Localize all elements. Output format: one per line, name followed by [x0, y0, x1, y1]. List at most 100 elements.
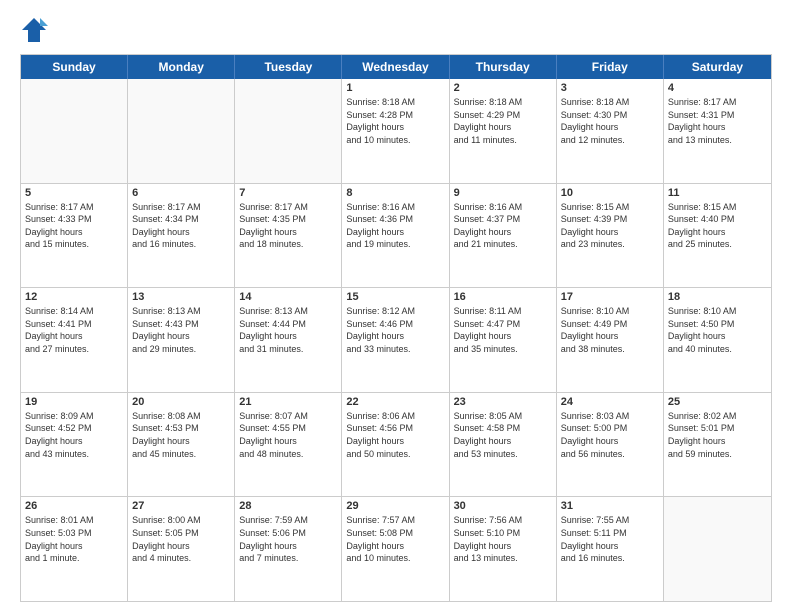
day-cell-21: 21 Sunrise: 8:07 AMSunset: 4:55 PMDayligh… — [235, 393, 342, 497]
day-info: Sunrise: 7:55 AMSunset: 5:11 PMDaylight … — [561, 514, 659, 564]
day-cell-20: 20Sunrise: 8:08 AMSunset: 4:53 PMDayligh… — [128, 393, 235, 497]
day-cell-24: 24 Sunrise: 8:03 AMSunset: 5:00 PMDayligh… — [557, 393, 664, 497]
day-cell-6: 6 Sunrise: 8:17 AMSunset: 4:34 PMDaylight… — [128, 184, 235, 288]
day-info: Sunrise: 8:16 AMSunset: 4:36 PMDaylight … — [346, 201, 444, 251]
day-header-friday: Friday — [557, 55, 664, 79]
day-cell-10: 10Sunrise: 8:15 AMSunset: 4:39 PMDayligh… — [557, 184, 664, 288]
day-info: Sunrise: 8:14 AMSunset: 4:41 PMDaylight … — [25, 305, 123, 355]
day-number: 10 — [561, 187, 659, 199]
day-cell-15: 15 Sunrise: 8:12 AMSunset: 4:46 PMDayligh… — [342, 288, 449, 392]
day-info: Sunrise: 8:16 AMSunset: 4:37 PMDaylight … — [454, 201, 552, 251]
day-cell-30: 30Sunrise: 7:56 AMSunset: 5:10 PMDayligh… — [450, 497, 557, 601]
day-cell-12: 12 Sunrise: 8:14 AMSunset: 4:41 PMDayligh… — [21, 288, 128, 392]
week-row-5: 26 Sunrise: 8:01 AMSunset: 5:03 PMDayligh… — [21, 497, 771, 601]
day-number: 4 — [668, 82, 767, 94]
day-cell-28: 28 Sunrise: 7:59 AMSunset: 5:06 PMDayligh… — [235, 497, 342, 601]
day-number: 25 — [668, 396, 767, 408]
day-info: Sunrise: 8:18 AMSunset: 4:30 PMDaylight … — [561, 96, 659, 146]
day-number: 5 — [25, 187, 123, 199]
day-cell-27: 27 Sunrise: 8:00 AMSunset: 5:05 PMDayligh… — [128, 497, 235, 601]
day-cell-11: 11 Sunrise: 8:15 AMSunset: 4:40 PMDayligh… — [664, 184, 771, 288]
day-info: Sunrise: 8:11 AMSunset: 4:47 PMDaylight … — [454, 305, 552, 355]
day-info: Sunrise: 8:10 AMSunset: 4:49 PMDaylight … — [561, 305, 659, 355]
day-info: Sunrise: 8:12 AMSunset: 4:46 PMDaylight … — [346, 305, 444, 355]
day-cell-19: 19 Sunrise: 8:09 AMSunset: 4:52 PMDayligh… — [21, 393, 128, 497]
day-cell-1: 1Sunrise: 8:18 AMSunset: 4:28 PMDaylight… — [342, 79, 449, 183]
day-header-sunday: Sunday — [21, 55, 128, 79]
day-number: 14 — [239, 291, 337, 303]
day-header-wednesday: Wednesday — [342, 55, 449, 79]
day-info: Sunrise: 8:09 AMSunset: 4:52 PMDaylight … — [25, 410, 123, 460]
day-info: Sunrise: 7:57 AMSunset: 5:08 PMDaylight … — [346, 514, 444, 564]
calendar-grid: 1Sunrise: 8:18 AMSunset: 4:28 PMDaylight… — [21, 79, 771, 601]
day-cell-16: 16 Sunrise: 8:11 AMSunset: 4:47 PMDayligh… — [450, 288, 557, 392]
day-header-monday: Monday — [128, 55, 235, 79]
day-info: Sunrise: 8:01 AMSunset: 5:03 PMDaylight … — [25, 514, 123, 564]
day-cell-7: 7 Sunrise: 8:17 AMSunset: 4:35 PMDaylight… — [235, 184, 342, 288]
day-cell-5: 5 Sunrise: 8:17 AMSunset: 4:33 PMDaylight… — [21, 184, 128, 288]
day-cell-22: 22Sunrise: 8:06 AMSunset: 4:56 PMDayligh… — [342, 393, 449, 497]
day-info: Sunrise: 8:17 AMSunset: 4:33 PMDaylight … — [25, 201, 123, 251]
empty-cell — [21, 79, 128, 183]
day-number: 18 — [668, 291, 767, 303]
day-number: 20 — [132, 396, 230, 408]
day-cell-18: 18 Sunrise: 8:10 AMSunset: 4:50 PMDayligh… — [664, 288, 771, 392]
day-number: 27 — [132, 500, 230, 512]
empty-cell — [128, 79, 235, 183]
day-cell-26: 26 Sunrise: 8:01 AMSunset: 5:03 PMDayligh… — [21, 497, 128, 601]
day-number: 24 — [561, 396, 659, 408]
logo — [20, 16, 52, 44]
day-number: 12 — [25, 291, 123, 303]
day-number: 9 — [454, 187, 552, 199]
day-number: 31 — [561, 500, 659, 512]
empty-cell — [235, 79, 342, 183]
day-number: 23 — [454, 396, 552, 408]
day-cell-8: 8 Sunrise: 8:16 AMSunset: 4:36 PMDaylight… — [342, 184, 449, 288]
day-cell-9: 9 Sunrise: 8:16 AMSunset: 4:37 PMDaylight… — [450, 184, 557, 288]
day-info: Sunrise: 8:17 AMSunset: 4:35 PMDaylight … — [239, 201, 337, 251]
day-cell-2: 2 Sunrise: 8:18 AMSunset: 4:29 PMDaylight… — [450, 79, 557, 183]
week-row-3: 12 Sunrise: 8:14 AMSunset: 4:41 PMDayligh… — [21, 288, 771, 393]
day-number: 15 — [346, 291, 444, 303]
logo-icon — [20, 16, 48, 44]
day-cell-3: 3 Sunrise: 8:18 AMSunset: 4:30 PMDaylight… — [557, 79, 664, 183]
day-number: 2 — [454, 82, 552, 94]
day-number: 29 — [346, 500, 444, 512]
day-cell-29: 29 Sunrise: 7:57 AMSunset: 5:08 PMDayligh… — [342, 497, 449, 601]
day-number: 21 — [239, 396, 337, 408]
day-info: Sunrise: 8:10 AMSunset: 4:50 PMDaylight … — [668, 305, 767, 355]
day-number: 8 — [346, 187, 444, 199]
day-info: Sunrise: 8:18 AMSunset: 4:29 PMDaylight … — [454, 96, 552, 146]
day-cell-25: 25Sunrise: 8:02 AMSunset: 5:01 PMDayligh… — [664, 393, 771, 497]
day-info: Sunrise: 8:03 AMSunset: 5:00 PMDaylight … — [561, 410, 659, 460]
day-cell-31: 31 Sunrise: 7:55 AMSunset: 5:11 PMDayligh… — [557, 497, 664, 601]
day-info: Sunrise: 7:59 AMSunset: 5:06 PMDaylight … — [239, 514, 337, 564]
day-number: 26 — [25, 500, 123, 512]
day-info: Sunrise: 7:56 AMSunset: 5:10 PMDaylight … — [454, 514, 552, 564]
day-number: 3 — [561, 82, 659, 94]
day-header-tuesday: Tuesday — [235, 55, 342, 79]
day-info: Sunrise: 8:15 AMSunset: 4:40 PMDaylight … — [668, 201, 767, 251]
day-number: 11 — [668, 187, 767, 199]
day-info: Sunrise: 8:17 AMSunset: 4:31 PMDaylight … — [668, 96, 767, 146]
day-info: Sunrise: 8:07 AMSunset: 4:55 PMDaylight … — [239, 410, 337, 460]
day-cell-13: 13 Sunrise: 8:13 AMSunset: 4:43 PMDayligh… — [128, 288, 235, 392]
day-cell-4: 4 Sunrise: 8:17 AMSunset: 4:31 PMDaylight… — [664, 79, 771, 183]
day-info: Sunrise: 8:13 AMSunset: 4:44 PMDaylight … — [239, 305, 337, 355]
day-number: 17 — [561, 291, 659, 303]
calendar: SundayMondayTuesdayWednesdayThursdayFrid… — [20, 54, 772, 602]
day-number: 7 — [239, 187, 337, 199]
week-row-4: 19 Sunrise: 8:09 AMSunset: 4:52 PMDayligh… — [21, 393, 771, 498]
day-header-thursday: Thursday — [450, 55, 557, 79]
week-row-1: 1Sunrise: 8:18 AMSunset: 4:28 PMDaylight… — [21, 79, 771, 184]
day-cell-14: 14 Sunrise: 8:13 AMSunset: 4:44 PMDayligh… — [235, 288, 342, 392]
day-number: 19 — [25, 396, 123, 408]
day-cell-17: 17 Sunrise: 8:10 AMSunset: 4:49 PMDayligh… — [557, 288, 664, 392]
day-number: 28 — [239, 500, 337, 512]
day-info: Sunrise: 8:13 AMSunset: 4:43 PMDaylight … — [132, 305, 230, 355]
day-info: Sunrise: 8:17 AMSunset: 4:34 PMDaylight … — [132, 201, 230, 251]
day-number: 13 — [132, 291, 230, 303]
day-number: 16 — [454, 291, 552, 303]
day-number: 6 — [132, 187, 230, 199]
day-info: Sunrise: 8:00 AMSunset: 5:05 PMDaylight … — [132, 514, 230, 564]
